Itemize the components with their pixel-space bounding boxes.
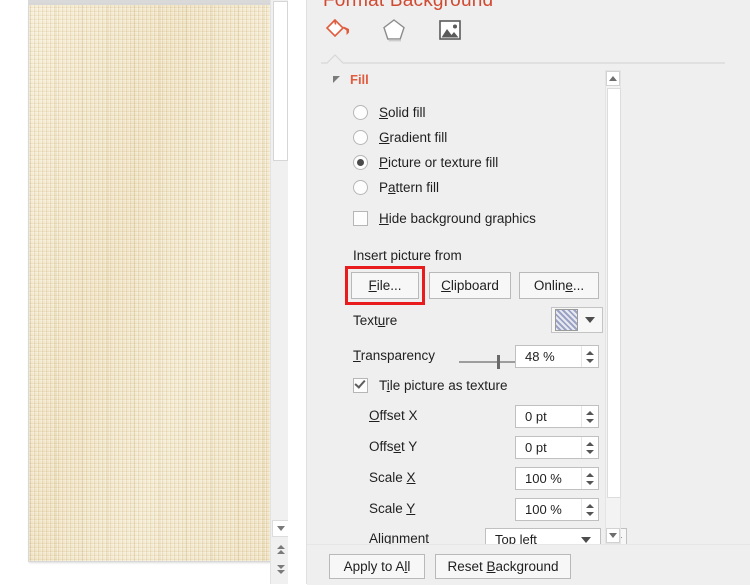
- picture-icon: [439, 20, 461, 40]
- file-button-label: File...: [368, 278, 402, 293]
- apply-to-all-button[interactable]: Apply to All: [329, 554, 425, 579]
- scale-x-value[interactable]: 100 %: [516, 471, 581, 486]
- scale-y-field[interactable]: 100 %: [515, 498, 599, 521]
- spinner-arrows[interactable]: [581, 437, 598, 458]
- scale-x-label: Scale X: [369, 470, 416, 485]
- radio-gradient-fill[interactable]: Gradient fill: [353, 130, 447, 145]
- pane-scroll-down-button[interactable]: [606, 528, 620, 543]
- slider-handle[interactable]: [497, 355, 500, 369]
- spinner-up-icon[interactable]: [586, 472, 594, 477]
- offset-y-label: Offset Y: [369, 439, 418, 454]
- insert-picture-from-label: Insert picture from: [353, 248, 462, 263]
- checkbox-tile-picture-as-texture[interactable]: Tile picture as texture: [353, 378, 508, 393]
- radio-indicator-selected[interactable]: [353, 155, 368, 170]
- scale-y-value[interactable]: 100 %: [516, 502, 581, 517]
- checkbox-label: Hide background graphics: [379, 211, 536, 226]
- collapse-triangle-icon[interactable]: [333, 76, 340, 83]
- radio-indicator[interactable]: [353, 105, 368, 120]
- scale-y-label: Scale Y: [369, 501, 416, 516]
- apply-to-all-label: Apply to All: [343, 559, 411, 574]
- radio-solid-fill[interactable]: Solid fill: [353, 105, 426, 120]
- chevron-up-icon: [609, 76, 617, 81]
- spinner-down-icon[interactable]: [586, 511, 594, 516]
- texture-picker[interactable]: [551, 307, 603, 333]
- next-slide-button[interactable]: [272, 561, 288, 578]
- chevron-down-icon: [609, 533, 617, 538]
- spinner-arrows[interactable]: [581, 468, 598, 489]
- pane-scroll-region: Fill Solid fill Gradient fill Picture or…: [307, 62, 750, 551]
- spinner-down-icon[interactable]: [586, 418, 594, 423]
- online-button[interactable]: Online...: [519, 272, 599, 299]
- checkbox-indicator-checked[interactable]: [353, 378, 368, 393]
- effects-tab[interactable]: [377, 14, 411, 46]
- radio-label: Solid fill: [379, 105, 426, 120]
- radio-picture-or-texture-fill[interactable]: Picture or texture fill: [353, 155, 498, 170]
- chevron-down-icon: [276, 526, 285, 531]
- offset-x-value[interactable]: 0 pt: [516, 409, 581, 424]
- paint-bucket-icon: [325, 18, 349, 38]
- radio-indicator[interactable]: [353, 180, 368, 195]
- slide-scrollbar-thumb[interactable]: [273, 1, 288, 161]
- transparency-label: Transparency: [353, 348, 436, 363]
- reset-background-label: Reset Background: [447, 559, 559, 574]
- fill-section-header[interactable]: Fill: [333, 72, 369, 87]
- double-chevron-down-icon: [276, 565, 285, 574]
- pane-scrollbar-thumb[interactable]: [607, 88, 621, 498]
- scale-x-field[interactable]: 100 %: [515, 467, 599, 490]
- checkbox-hide-background-graphics[interactable]: Hide background graphics: [353, 211, 536, 226]
- transparency-value[interactable]: 48 %: [516, 349, 581, 364]
- spinner-up-icon[interactable]: [586, 503, 594, 508]
- radio-label: Gradient fill: [379, 130, 448, 145]
- double-chevron-up-icon: [276, 545, 285, 554]
- pane-vertical-scrollbar[interactable]: [605, 70, 621, 544]
- radio-label: Picture or texture fill: [379, 155, 499, 170]
- spinner-up-icon[interactable]: [586, 441, 594, 446]
- checkbox-indicator[interactable]: [353, 211, 368, 226]
- spinner-down-icon[interactable]: [586, 358, 594, 363]
- spinner-down-icon[interactable]: [586, 480, 594, 485]
- fill-tab[interactable]: [321, 14, 355, 46]
- offset-x-label: Offset X: [369, 408, 418, 423]
- pane-tab-strip: [321, 14, 467, 46]
- slide-canvas-textured-background[interactable]: [28, 4, 282, 562]
- clipboard-button[interactable]: Clipboard: [429, 272, 511, 299]
- clipboard-button-label: Clipboard: [441, 278, 499, 293]
- radio-pattern-fill[interactable]: Pattern fill: [353, 180, 439, 195]
- previous-slide-button[interactable]: [272, 541, 288, 558]
- file-button[interactable]: File...: [351, 272, 419, 299]
- picture-tab[interactable]: [433, 14, 467, 46]
- radio-label: Pattern fill: [379, 180, 440, 195]
- spinner-up-icon[interactable]: [586, 350, 594, 355]
- online-button-label: Online...: [533, 278, 585, 293]
- reset-background-button[interactable]: Reset Background: [435, 554, 571, 579]
- spinner-down-icon[interactable]: [586, 449, 594, 454]
- pane-footer: Apply to All Reset Background: [307, 544, 750, 585]
- format-background-pane: Format Background Fill Solid fill Gradie…: [306, 0, 750, 585]
- radio-indicator[interactable]: [353, 130, 368, 145]
- offset-y-value[interactable]: 0 pt: [516, 440, 581, 455]
- scroll-down-button[interactable]: [272, 520, 288, 537]
- spinner-arrows[interactable]: [581, 346, 598, 367]
- chevron-down-icon[interactable]: [581, 536, 591, 543]
- slide-vertical-scrollbar[interactable]: [270, 0, 288, 584]
- spinner-up-icon[interactable]: [586, 410, 594, 415]
- pane-title: Format Background: [323, 0, 494, 11]
- offset-y-field[interactable]: 0 pt: [515, 436, 599, 459]
- checkbox-label: Tile picture as texture: [379, 378, 508, 393]
- chevron-down-icon[interactable]: [585, 317, 595, 323]
- transparency-spinner[interactable]: 48 %: [515, 345, 599, 368]
- offset-x-field[interactable]: 0 pt: [515, 405, 599, 428]
- spinner-arrows[interactable]: [581, 406, 598, 427]
- pane-scroll-up-button[interactable]: [606, 71, 620, 86]
- fill-section-label: Fill: [350, 72, 369, 87]
- pentagon-icon: [383, 19, 405, 42]
- texture-swatch-icon: [555, 309, 578, 331]
- spinner-arrows[interactable]: [581, 499, 598, 520]
- pane-separator: [288, 0, 306, 584]
- slide-editing-area: [0, 0, 288, 584]
- texture-label: Texture: [353, 313, 398, 328]
